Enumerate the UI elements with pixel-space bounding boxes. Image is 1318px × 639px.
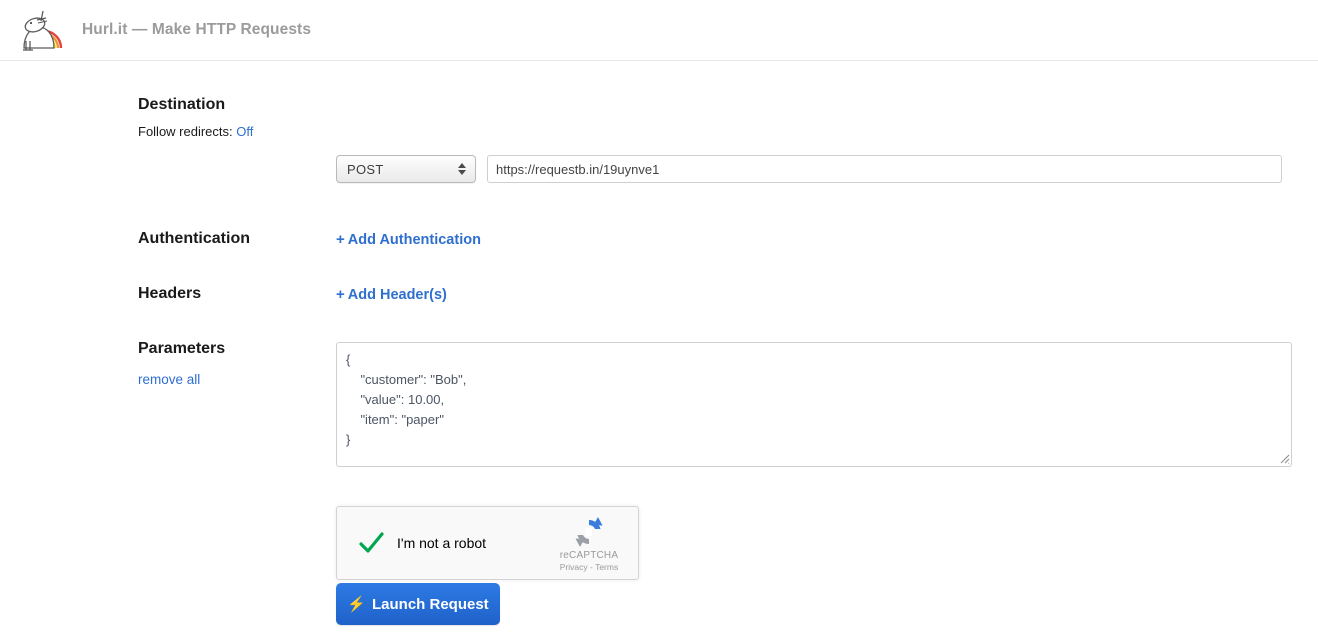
recaptcha-legal-links[interactable]: Privacy - Terms [550, 562, 628, 572]
http-method-value: POST [347, 161, 384, 177]
recaptcha-widget[interactable]: I'm not a robot reCAPTCHA Privacy - Term… [336, 506, 639, 580]
authentication-heading-wrap: Authentication [138, 229, 250, 249]
plus-icon: + [336, 231, 345, 248]
recaptcha-logo-icon [575, 517, 603, 547]
lightning-bolt-icon: ⚡ [347, 595, 366, 613]
checkmark-icon[interactable] [357, 529, 385, 557]
http-method-select[interactable]: POST [336, 155, 476, 183]
headers-heading-wrap: Headers [138, 284, 201, 304]
follow-redirects-label: Follow redirects: [138, 124, 233, 139]
site-header: Hurl.it — Make HTTP Requests [0, 0, 1318, 61]
launch-request-button[interactable]: ⚡ Launch Request [336, 583, 500, 625]
add-authentication-button[interactable]: + Add Authentication [336, 231, 481, 248]
destination-label-group: Destination Follow redirects: Off [138, 95, 253, 141]
chevron-updown-icon [458, 163, 466, 175]
parameters-heading: Parameters [138, 340, 226, 357]
launch-request-label: Launch Request [372, 595, 489, 613]
add-headers-button[interactable]: + Add Header(s) [336, 286, 447, 303]
parameters-textarea[interactable] [336, 342, 1292, 467]
unicorn-rainbow-logo[interactable] [14, 7, 66, 53]
parameters-heading-wrap: Parameters [138, 339, 225, 359]
destination-controls: POST [336, 155, 1282, 183]
page-title: Hurl.it — Make HTTP Requests [82, 21, 312, 38]
plus-icon: + [336, 286, 345, 303]
remove-all-parameters-link[interactable]: remove all [138, 372, 200, 387]
recaptcha-checkbox-label: I'm not a robot [397, 535, 487, 551]
destination-heading: Destination [138, 96, 226, 113]
request-form: Destination Follow redirects: Off POST A… [0, 61, 1318, 639]
recaptcha-brand-name: reCAPTCHA [559, 550, 619, 561]
follow-redirects-row: Follow redirects: Off [138, 123, 253, 141]
url-input[interactable] [487, 155, 1282, 183]
headers-heading: Headers [138, 285, 202, 302]
recaptcha-brand: reCAPTCHA Privacy - Terms [550, 515, 628, 572]
follow-redirects-toggle[interactable]: Off [236, 124, 253, 139]
add-authentication-label: Add Authentication [347, 232, 481, 248]
add-headers-label: Add Header(s) [347, 287, 447, 303]
authentication-heading: Authentication [138, 230, 250, 247]
